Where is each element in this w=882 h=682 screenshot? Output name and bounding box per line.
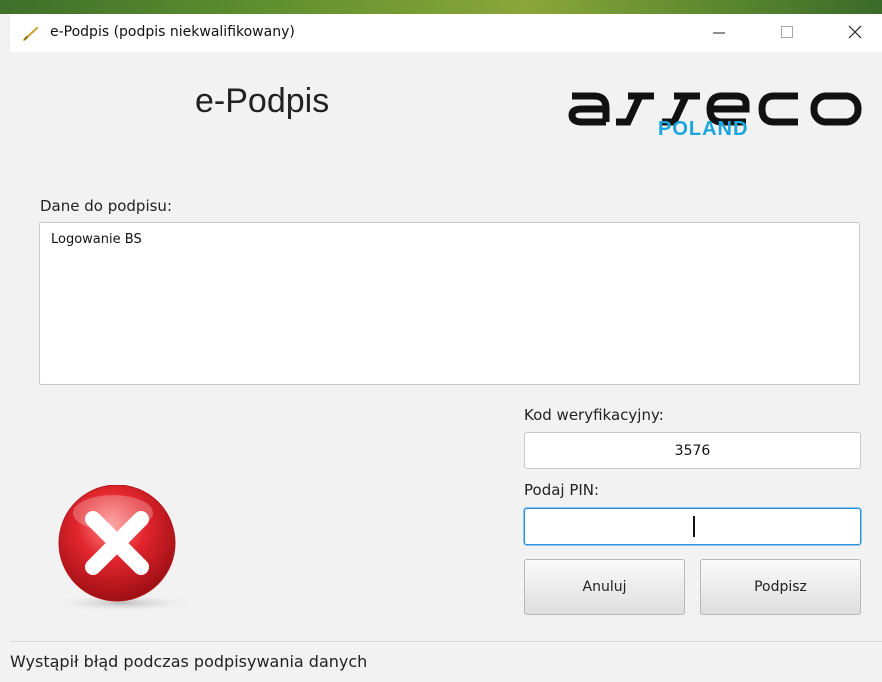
status-bar: Wystąpił błąd podczas podpisywania danyc… — [10, 641, 882, 682]
status-message: Wystąpił błąd podczas podpisywania danyc… — [10, 652, 368, 671]
sign-button[interactable]: Podpisz — [700, 559, 861, 615]
close-button[interactable] — [832, 14, 878, 50]
close-icon — [848, 25, 862, 39]
maximize-button[interactable] — [764, 14, 810, 50]
pin-input[interactable] — [524, 508, 861, 545]
verification-code-field[interactable]: 3576 — [524, 432, 861, 469]
error-x-icon — [46, 485, 198, 612]
minimize-button[interactable] — [696, 14, 742, 50]
signing-dialog: e-Podpis POLAND Dane do podpisu: Logowan… — [10, 52, 882, 641]
window-top-strip — [0, 0, 882, 14]
verification-code-label: Kod weryfikacyjny: — [524, 406, 664, 424]
page-title: e-Podpis — [195, 82, 330, 120]
title-bar[interactable]: e-Podpis (podpis niekwalifikowany) — [10, 14, 882, 52]
window-title: e-Podpis (podpis niekwalifikowany) — [50, 24, 295, 40]
verification-code-value: 3576 — [674, 442, 711, 459]
cancel-button-label: Anuluj — [582, 579, 627, 595]
sign-button-label: Podpisz — [754, 579, 807, 595]
feather-pen-icon — [23, 27, 38, 41]
brand-subtitle: POLAND — [658, 118, 749, 140]
cancel-button[interactable]: Anuluj — [524, 559, 685, 615]
maximize-icon — [781, 26, 793, 38]
data-to-sign-textarea[interactable]: Logowanie BS — [39, 222, 860, 385]
pin-label: Podaj PIN: — [524, 481, 600, 499]
data-label: Dane do podpisu: — [40, 197, 172, 215]
text-caret — [693, 516, 695, 537]
minimize-icon — [713, 32, 725, 34]
